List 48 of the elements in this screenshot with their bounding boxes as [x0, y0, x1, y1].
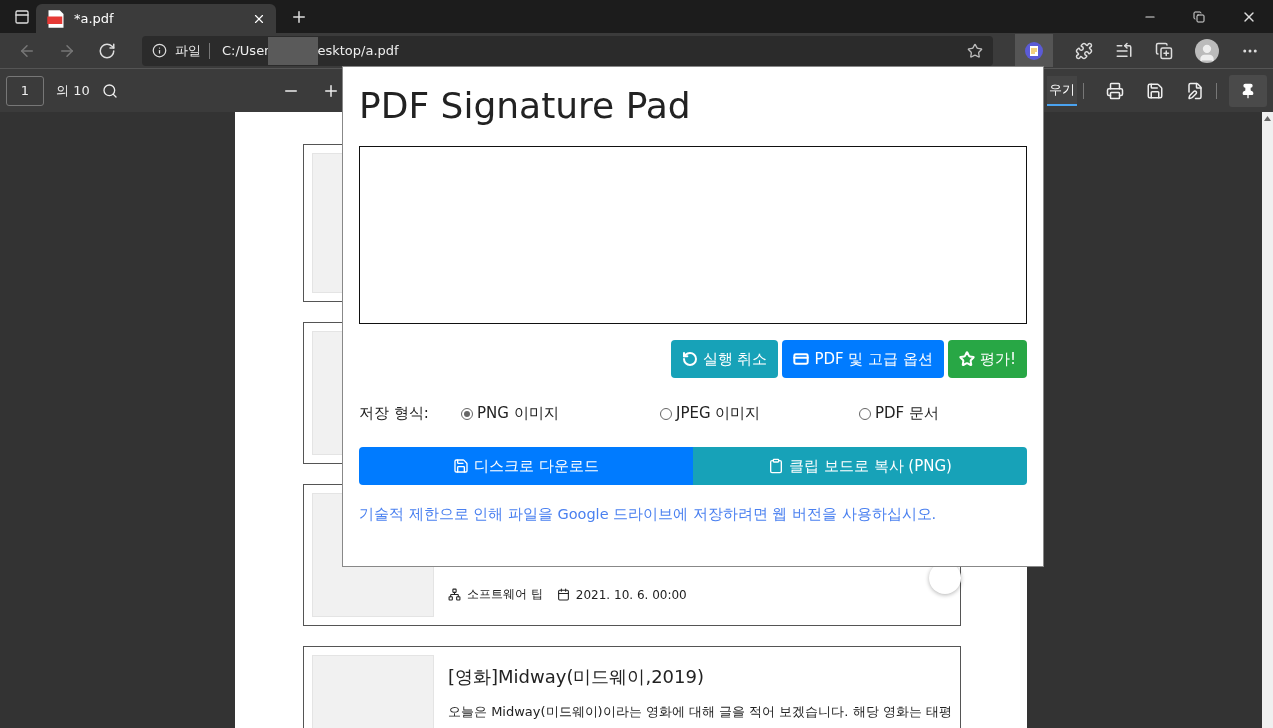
- collections-icon[interactable]: [1155, 41, 1173, 60]
- toolbar-tab[interactable]: 우기: [1047, 75, 1077, 106]
- url-text: C:/User: [222, 43, 270, 58]
- save-icon: [453, 458, 470, 474]
- post-date: 2021. 10. 6. 00:00: [556, 587, 687, 602]
- scheme-label: 파일: [175, 41, 201, 60]
- post-excerpt: 오늘은 Midway(미드웨이)이라는 영화에 대해 글을 적어 보겠습니다. 해당 영화는 태평: [448, 703, 952, 721]
- url-text: esktop/a.pdf: [317, 43, 399, 58]
- browser-tab[interactable]: *a.pdf: [36, 4, 276, 33]
- category-label: 소프트웨어 팁: [448, 586, 543, 603]
- page-count: 의 10: [56, 81, 90, 100]
- info-icon[interactable]: [152, 43, 167, 58]
- puzzle-icon[interactable]: [1075, 41, 1093, 60]
- card-icon: [793, 351, 810, 367]
- post-title[interactable]: [영화]Midway(미드웨이,2019): [448, 665, 952, 689]
- format-radio[interactable]: JPEG 이미지: [660, 404, 859, 423]
- redaction-block: [268, 36, 319, 65]
- scroll-up-icon[interactable]: [1264, 116, 1271, 121]
- pdf-file-icon: [46, 8, 66, 29]
- scrollbar[interactable]: [1262, 112, 1273, 728]
- calendar-icon: [556, 588, 570, 601]
- popup-title: PDF Signature Pad: [359, 85, 692, 126]
- format-label: 저장 형식:: [359, 404, 430, 423]
- save-icon[interactable]: [1146, 81, 1164, 100]
- format-radio[interactable]: PDF 문서: [859, 404, 979, 423]
- pin-icon: [1240, 82, 1256, 99]
- profile-avatar[interactable]: [1195, 38, 1219, 63]
- address-bar[interactable]: 파일 C:/User esktop/a.pdf: [142, 35, 993, 66]
- download-button[interactable]: 디스크로 다운로드: [359, 447, 693, 485]
- refresh-icon[interactable]: [98, 41, 116, 60]
- notepad-icon: [1024, 40, 1044, 61]
- print-icon[interactable]: [1106, 81, 1124, 100]
- star-icon: [959, 351, 975, 367]
- clipboard-icon: [768, 458, 785, 474]
- tab-actions-icon[interactable]: [14, 8, 30, 25]
- favorites-icon[interactable]: [1115, 41, 1133, 60]
- pin-button[interactable]: [1229, 74, 1267, 107]
- notice-text: 기술적 제한으로 인해 파일을 Google 드라이브에 저장하려면 웹 버전을 사용하십시오.: [359, 505, 938, 524]
- restore-icon[interactable]: [1193, 10, 1205, 23]
- network-icon: [448, 588, 461, 601]
- add-favorite-icon[interactable]: [967, 42, 983, 59]
- options-button[interactable]: PDF 및 고급 옵션: [782, 340, 944, 378]
- search-icon[interactable]: [101, 82, 118, 99]
- format-radio[interactable]: PNG 이미지: [461, 404, 660, 423]
- extension-button[interactable]: [1015, 34, 1053, 67]
- save-as-icon[interactable]: [1186, 81, 1204, 100]
- undo-icon: [681, 351, 698, 367]
- page-number-field[interactable]: 1: [6, 75, 44, 106]
